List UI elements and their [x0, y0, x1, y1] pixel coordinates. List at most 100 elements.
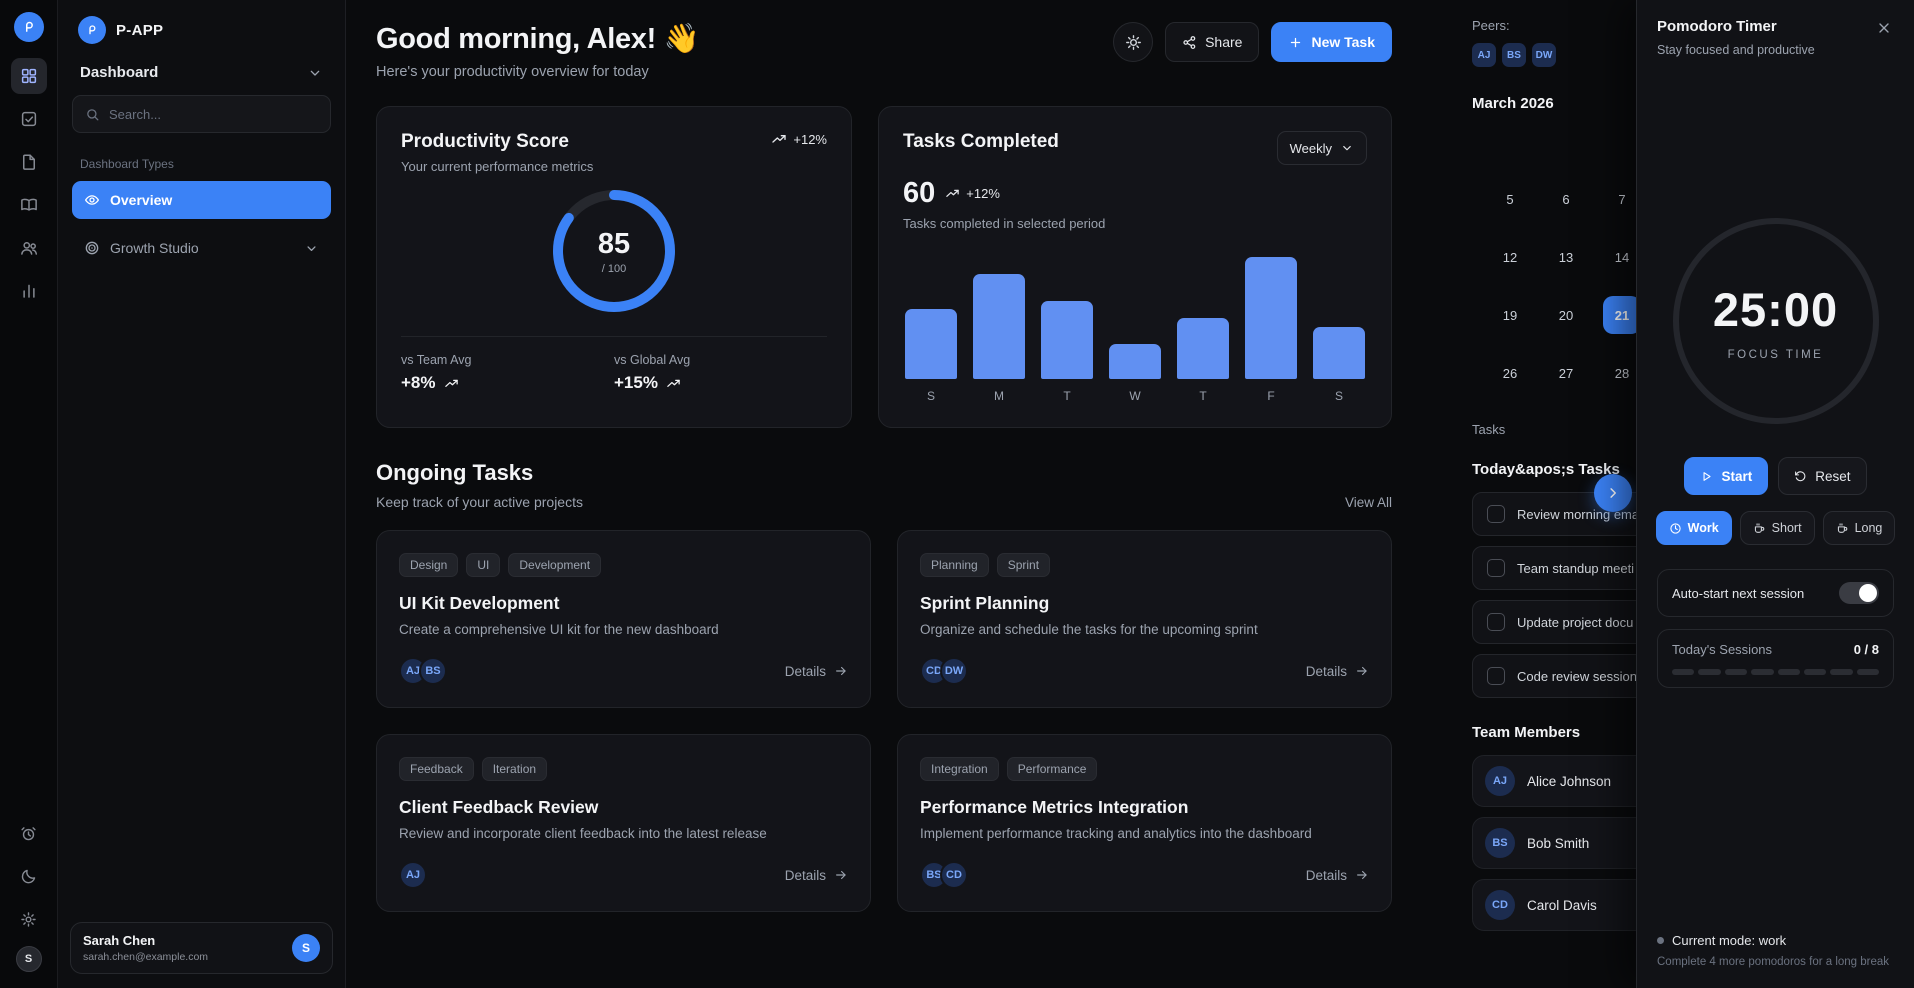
calendar-day-20[interactable]: 20	[1538, 292, 1594, 338]
calendar-day-27[interactable]: 27	[1538, 350, 1594, 396]
view-all-link[interactable]: View All	[1345, 495, 1392, 510]
session-segment	[1698, 669, 1720, 675]
share-button[interactable]: Share	[1165, 22, 1259, 62]
rail-dashboard-button[interactable]	[11, 58, 47, 94]
todo-label: Team standup meeti	[1517, 561, 1634, 576]
peer-avatar[interactable]: BS	[1502, 43, 1526, 67]
rail-settings-button[interactable]	[11, 901, 47, 937]
calendar-day-6[interactable]: 6	[1538, 176, 1594, 222]
avatar: BS	[419, 657, 447, 685]
sun-icon	[1125, 34, 1142, 51]
coffee-icon	[1836, 522, 1849, 535]
task-tag: Planning	[920, 553, 989, 577]
mode-button-long[interactable]: Long	[1823, 511, 1896, 545]
rail-theme-button[interactable]	[11, 858, 47, 894]
rail-timer-button[interactable]	[11, 815, 47, 851]
app-logo[interactable]	[14, 12, 44, 42]
bar-label: S	[927, 389, 935, 403]
task-tags: PlanningSprint	[920, 553, 1369, 577]
session-segment	[1725, 669, 1747, 675]
rail-tasks-button[interactable]	[11, 101, 47, 137]
play-icon	[1700, 470, 1713, 483]
icon-rail: S	[0, 0, 58, 988]
rail-library-button[interactable]	[11, 187, 47, 223]
user-card[interactable]: Sarah Chen sarah.chen@example.com S	[70, 922, 333, 974]
reset-button[interactable]: Reset	[1778, 457, 1866, 495]
start-button[interactable]: Start	[1684, 457, 1768, 495]
search-icon	[85, 107, 100, 122]
details-link[interactable]: Details	[785, 868, 848, 883]
calendar-day-13[interactable]: 13	[1538, 234, 1594, 280]
chart-column: T	[1177, 257, 1229, 403]
chart-column: M	[973, 257, 1025, 403]
sidebar-item-label: Growth Studio	[110, 240, 199, 256]
peer-avatar[interactable]: DW	[1532, 43, 1556, 67]
panel-expand-button[interactable]	[1594, 474, 1632, 512]
rail-documents-button[interactable]	[11, 144, 47, 180]
sidebar-item-overview[interactable]: Overview	[72, 181, 331, 219]
rail-team-button[interactable]	[11, 230, 47, 266]
logo-icon	[84, 22, 100, 38]
close-button[interactable]	[1874, 18, 1894, 38]
task-tag: UI	[466, 553, 500, 577]
rail-analytics-button[interactable]	[11, 273, 47, 309]
calendar-day-12[interactable]: 12	[1482, 234, 1538, 280]
period-label: Weekly	[1290, 141, 1332, 156]
peer-avatar[interactable]: AJ	[1472, 43, 1496, 67]
task-tag: Integration	[920, 757, 999, 781]
todo-checkbox[interactable]	[1487, 667, 1505, 685]
autostart-toggle[interactable]	[1839, 582, 1879, 604]
file-icon	[20, 153, 38, 171]
logo-icon	[20, 18, 38, 36]
arrow-right-icon	[1355, 868, 1369, 882]
rail-user-avatar[interactable]: S	[16, 946, 42, 972]
todo-checkbox[interactable]	[1487, 613, 1505, 631]
calendar-day-19[interactable]: 19	[1482, 292, 1538, 338]
stat-value: +15%	[614, 373, 658, 393]
eye-icon	[84, 192, 100, 208]
pomodoro-timer-ring: 25:00 FOCUS TIME	[1670, 215, 1882, 427]
main-header: Good morning, Alex! 👋 Here's your produc…	[376, 22, 1392, 80]
todo-checkbox[interactable]	[1487, 559, 1505, 577]
dashboard-switcher-label: Dashboard	[80, 64, 158, 81]
mode-button-work[interactable]: Work	[1656, 511, 1732, 545]
sidebar-dashboard-switcher[interactable]: Dashboard	[72, 64, 331, 81]
task-tag: Feedback	[399, 757, 474, 781]
mode-buttons: Work Short Long	[1657, 511, 1894, 545]
avatar: AJ	[399, 861, 427, 889]
details-link[interactable]: Details	[785, 664, 848, 679]
details-link[interactable]: Details	[1306, 664, 1369, 679]
bar-box	[1245, 257, 1297, 379]
clock-icon	[1669, 522, 1682, 535]
status-hint: Complete 4 more pomodoros for a long bre…	[1657, 956, 1894, 968]
section-label: Dashboard Types	[80, 157, 323, 171]
calendar-day-26[interactable]: 26	[1482, 350, 1538, 396]
mode-label: Work	[1688, 521, 1719, 535]
score-max: / 100	[602, 263, 626, 275]
new-task-button[interactable]: New Task	[1271, 22, 1392, 62]
theme-toggle-button[interactable]	[1113, 22, 1153, 62]
avatar: CD	[940, 861, 968, 889]
details-label: Details	[1306, 868, 1347, 883]
task-card-footer: CDDWDetails	[920, 657, 1369, 685]
period-select[interactable]: Weekly	[1277, 131, 1367, 165]
member-name: Bob Smith	[1527, 836, 1589, 851]
calendar-day-5[interactable]: 5	[1482, 176, 1538, 222]
mode-label: Long	[1855, 521, 1883, 535]
trending-up-icon	[945, 186, 960, 201]
sidebar-item-growth-studio[interactable]: Growth Studio	[72, 229, 331, 267]
ongoing-header: Ongoing Tasks Keep track of your active …	[376, 460, 1392, 510]
todo-checkbox[interactable]	[1487, 505, 1505, 523]
card-title: Productivity Score	[401, 131, 569, 153]
arrow-right-icon	[1355, 664, 1369, 678]
details-link[interactable]: Details	[1306, 868, 1369, 883]
search-input[interactable]	[109, 107, 318, 122]
header-actions: Share New Task	[1113, 22, 1392, 62]
chevron-down-icon	[307, 65, 323, 81]
task-card: PlanningSprintSprint PlanningOrganize an…	[897, 530, 1392, 708]
share-icon	[1182, 35, 1197, 50]
avatar: AJ	[1485, 766, 1515, 796]
section-title: Ongoing Tasks	[376, 460, 583, 486]
task-tag: Iteration	[482, 757, 547, 781]
mode-button-short[interactable]: Short	[1740, 511, 1815, 545]
